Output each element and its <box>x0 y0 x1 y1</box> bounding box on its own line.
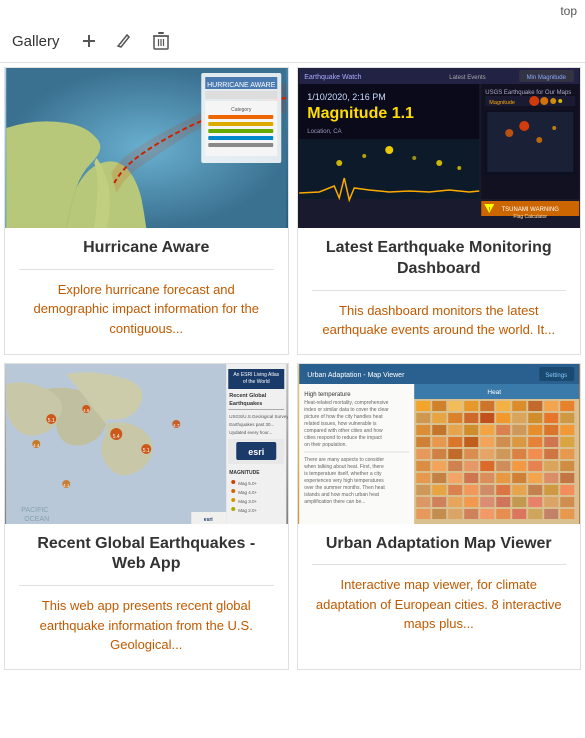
card-hurricane-aware[interactable]: HURRICANE AWARE Category Hurricane Aware… <box>4 67 289 355</box>
svg-text:5.1: 5.1 <box>48 418 55 424</box>
card-divider <box>19 585 274 586</box>
svg-text:cities respond to reduce the i: cities respond to reduce the impact <box>304 435 382 441</box>
svg-text:!: ! <box>488 207 489 213</box>
svg-text:esri: esri <box>204 517 214 523</box>
svg-text:Mag 3.0+: Mag 3.0+ <box>238 499 257 504</box>
card-body-urban: Urban Adaptation Map Viewer Interactive … <box>298 524 581 669</box>
card-desc-hurricane: Explore hurricane forecast and demograph… <box>19 280 274 339</box>
svg-text:4.8: 4.8 <box>83 408 90 413</box>
svg-text:Min Magnitude: Min Magnitude <box>526 75 566 81</box>
svg-text:Mag 4.0+: Mag 4.0+ <box>238 490 257 495</box>
card-rge[interactable]: 5.1 4.8 5.4 4.4 5.1 4.1 4.7 An ESRI Livi… <box>4 363 289 670</box>
card-image-hurricane: HURRICANE AWARE Category <box>5 68 288 228</box>
svg-text:Category: Category <box>231 107 252 113</box>
svg-text:There are many aspects to cons: There are many aspects to consider <box>304 457 384 463</box>
svg-text:compared with other cities and: compared with other cities and how <box>304 428 383 434</box>
svg-text:PACIFIC: PACIFIC <box>21 507 48 514</box>
svg-text:Location, CA: Location, CA <box>307 129 341 135</box>
svg-text:4.7: 4.7 <box>173 423 180 428</box>
svg-text:when talking about heat. First: when talking about heat. First, there <box>304 464 384 470</box>
card-body-rge: Recent Global Earthquakes - Web App This… <box>5 524 288 669</box>
svg-text:Recent Global: Recent Global <box>229 393 266 399</box>
svg-text:Magnitude 1.1: Magnitude 1.1 <box>307 105 414 122</box>
svg-text:Magnitude: Magnitude <box>489 100 515 106</box>
svg-text:4.4: 4.4 <box>33 443 40 448</box>
svg-text:Flag Calculator: Flag Calculator <box>513 214 547 220</box>
top-bar: top <box>0 0 585 22</box>
card-body-earthquake: Latest Earthquake Monitoring Dashboard T… <box>298 228 581 354</box>
svg-text:MAGNITUDE: MAGNITUDE <box>229 470 260 476</box>
svg-text:5.4: 5.4 <box>113 434 120 440</box>
svg-text:Earthquake Watch: Earthquake Watch <box>304 74 361 81</box>
svg-text:Earthquakes past 30...: Earthquakes past 30... <box>229 422 274 427</box>
svg-text:over the summer months. Then h: over the summer months. Then heat <box>304 485 385 491</box>
svg-text:Mag 2.0+: Mag 2.0+ <box>238 508 257 513</box>
svg-text:TSUNAMI WARNING: TSUNAMI WARNING <box>501 207 559 213</box>
card-desc-rge: This web app presents recent global eart… <box>19 596 274 655</box>
svg-text:picture of how the city handle: picture of how the city handles heat <box>304 414 383 420</box>
svg-text:islands and how much urban hea: islands and how much urban heat <box>304 492 379 498</box>
gallery-title: Gallery <box>12 33 60 50</box>
svg-text:Mag 5.0+: Mag 5.0+ <box>238 481 257 486</box>
card-divider <box>312 290 567 291</box>
svg-text:Heat: Heat <box>487 389 501 396</box>
svg-text:Updated every hour...: Updated every hour... <box>229 430 272 435</box>
svg-text:amplification there can be...: amplification there can be... <box>304 499 365 505</box>
svg-text:USGS Earthquake for Our Maps: USGS Earthquake for Our Maps <box>485 90 571 96</box>
svg-text:Heat-related mortality, compre: Heat-related mortality, comprehensive <box>304 400 388 406</box>
card-desc-earthquake: This dashboard monitors the latest earth… <box>312 301 567 340</box>
gallery-header: Gallery <box>0 22 585 63</box>
svg-text:Latest Events: Latest Events <box>449 75 485 81</box>
gallery-grid: HURRICANE AWARE Category Hurricane Aware… <box>0 63 585 674</box>
svg-text:USGS/U.S.Geological Survey: USGS/U.S.Geological Survey <box>229 414 287 419</box>
svg-text:esri: esri <box>248 447 264 457</box>
top-label: top <box>560 4 577 18</box>
add-icon[interactable] <box>76 28 102 54</box>
card-title-hurricane: Hurricane Aware <box>19 238 274 259</box>
svg-text:Settings: Settings <box>545 373 567 379</box>
card-title-urban: Urban Adaptation Map Viewer <box>312 534 567 555</box>
svg-text:is temperature itself, whether: is temperature itself, whether a city <box>304 471 382 477</box>
delete-icon[interactable] <box>148 28 174 54</box>
svg-text:related issues, how vulnerable: related issues, how vulnerable is <box>304 421 377 427</box>
svg-text:5.1: 5.1 <box>143 448 150 454</box>
svg-text:of the World: of the World <box>243 379 270 385</box>
edit-icon[interactable] <box>112 28 138 54</box>
card-title-earthquake: Latest Earthquake Monitoring Dashboard <box>312 238 567 280</box>
card-image-urban: Urban Adaptation - Map Viewer Settings H… <box>298 364 581 524</box>
card-earthquake-monitoring[interactable]: Earthquake Watch Latest Events Min Magni… <box>297 67 582 355</box>
svg-text:1/10/2020, 2:16 PM: 1/10/2020, 2:16 PM <box>307 92 386 102</box>
svg-text:HURRICANE AWARE: HURRICANE AWARE <box>207 82 276 89</box>
card-desc-urban: Interactive map viewer, for climate adap… <box>312 575 567 634</box>
svg-text:OCEAN: OCEAN <box>24 516 49 523</box>
svg-text:index or similar data to cover: index or similar data to cover the clear <box>304 407 389 413</box>
card-image-rge: 5.1 4.8 5.4 4.4 5.1 4.1 4.7 An ESRI Livi… <box>5 364 288 524</box>
card-body-hurricane: Hurricane Aware Explore hurricane foreca… <box>5 228 288 354</box>
svg-text:High temperature: High temperature <box>304 392 351 398</box>
svg-text:experiences very high temperat: experiences very high temperatures <box>304 478 384 484</box>
svg-text:Urban Adaptation - Map Viewer: Urban Adaptation - Map Viewer <box>307 372 405 379</box>
card-urban-adaptation[interactable]: Urban Adaptation - Map Viewer Settings H… <box>297 363 582 670</box>
svg-text:An ESRI Living Atlas: An ESRI Living Atlas <box>233 372 279 378</box>
svg-text:Earthquakes: Earthquakes <box>229 401 262 407</box>
card-divider <box>19 269 274 270</box>
card-title-rge: Recent Global Earthquakes - Web App <box>19 534 274 576</box>
card-divider <box>312 564 567 565</box>
svg-text:4.1: 4.1 <box>63 483 70 488</box>
svg-text:on their population.: on their population. <box>304 442 347 448</box>
card-image-earthquake: Earthquake Watch Latest Events Min Magni… <box>298 68 581 228</box>
